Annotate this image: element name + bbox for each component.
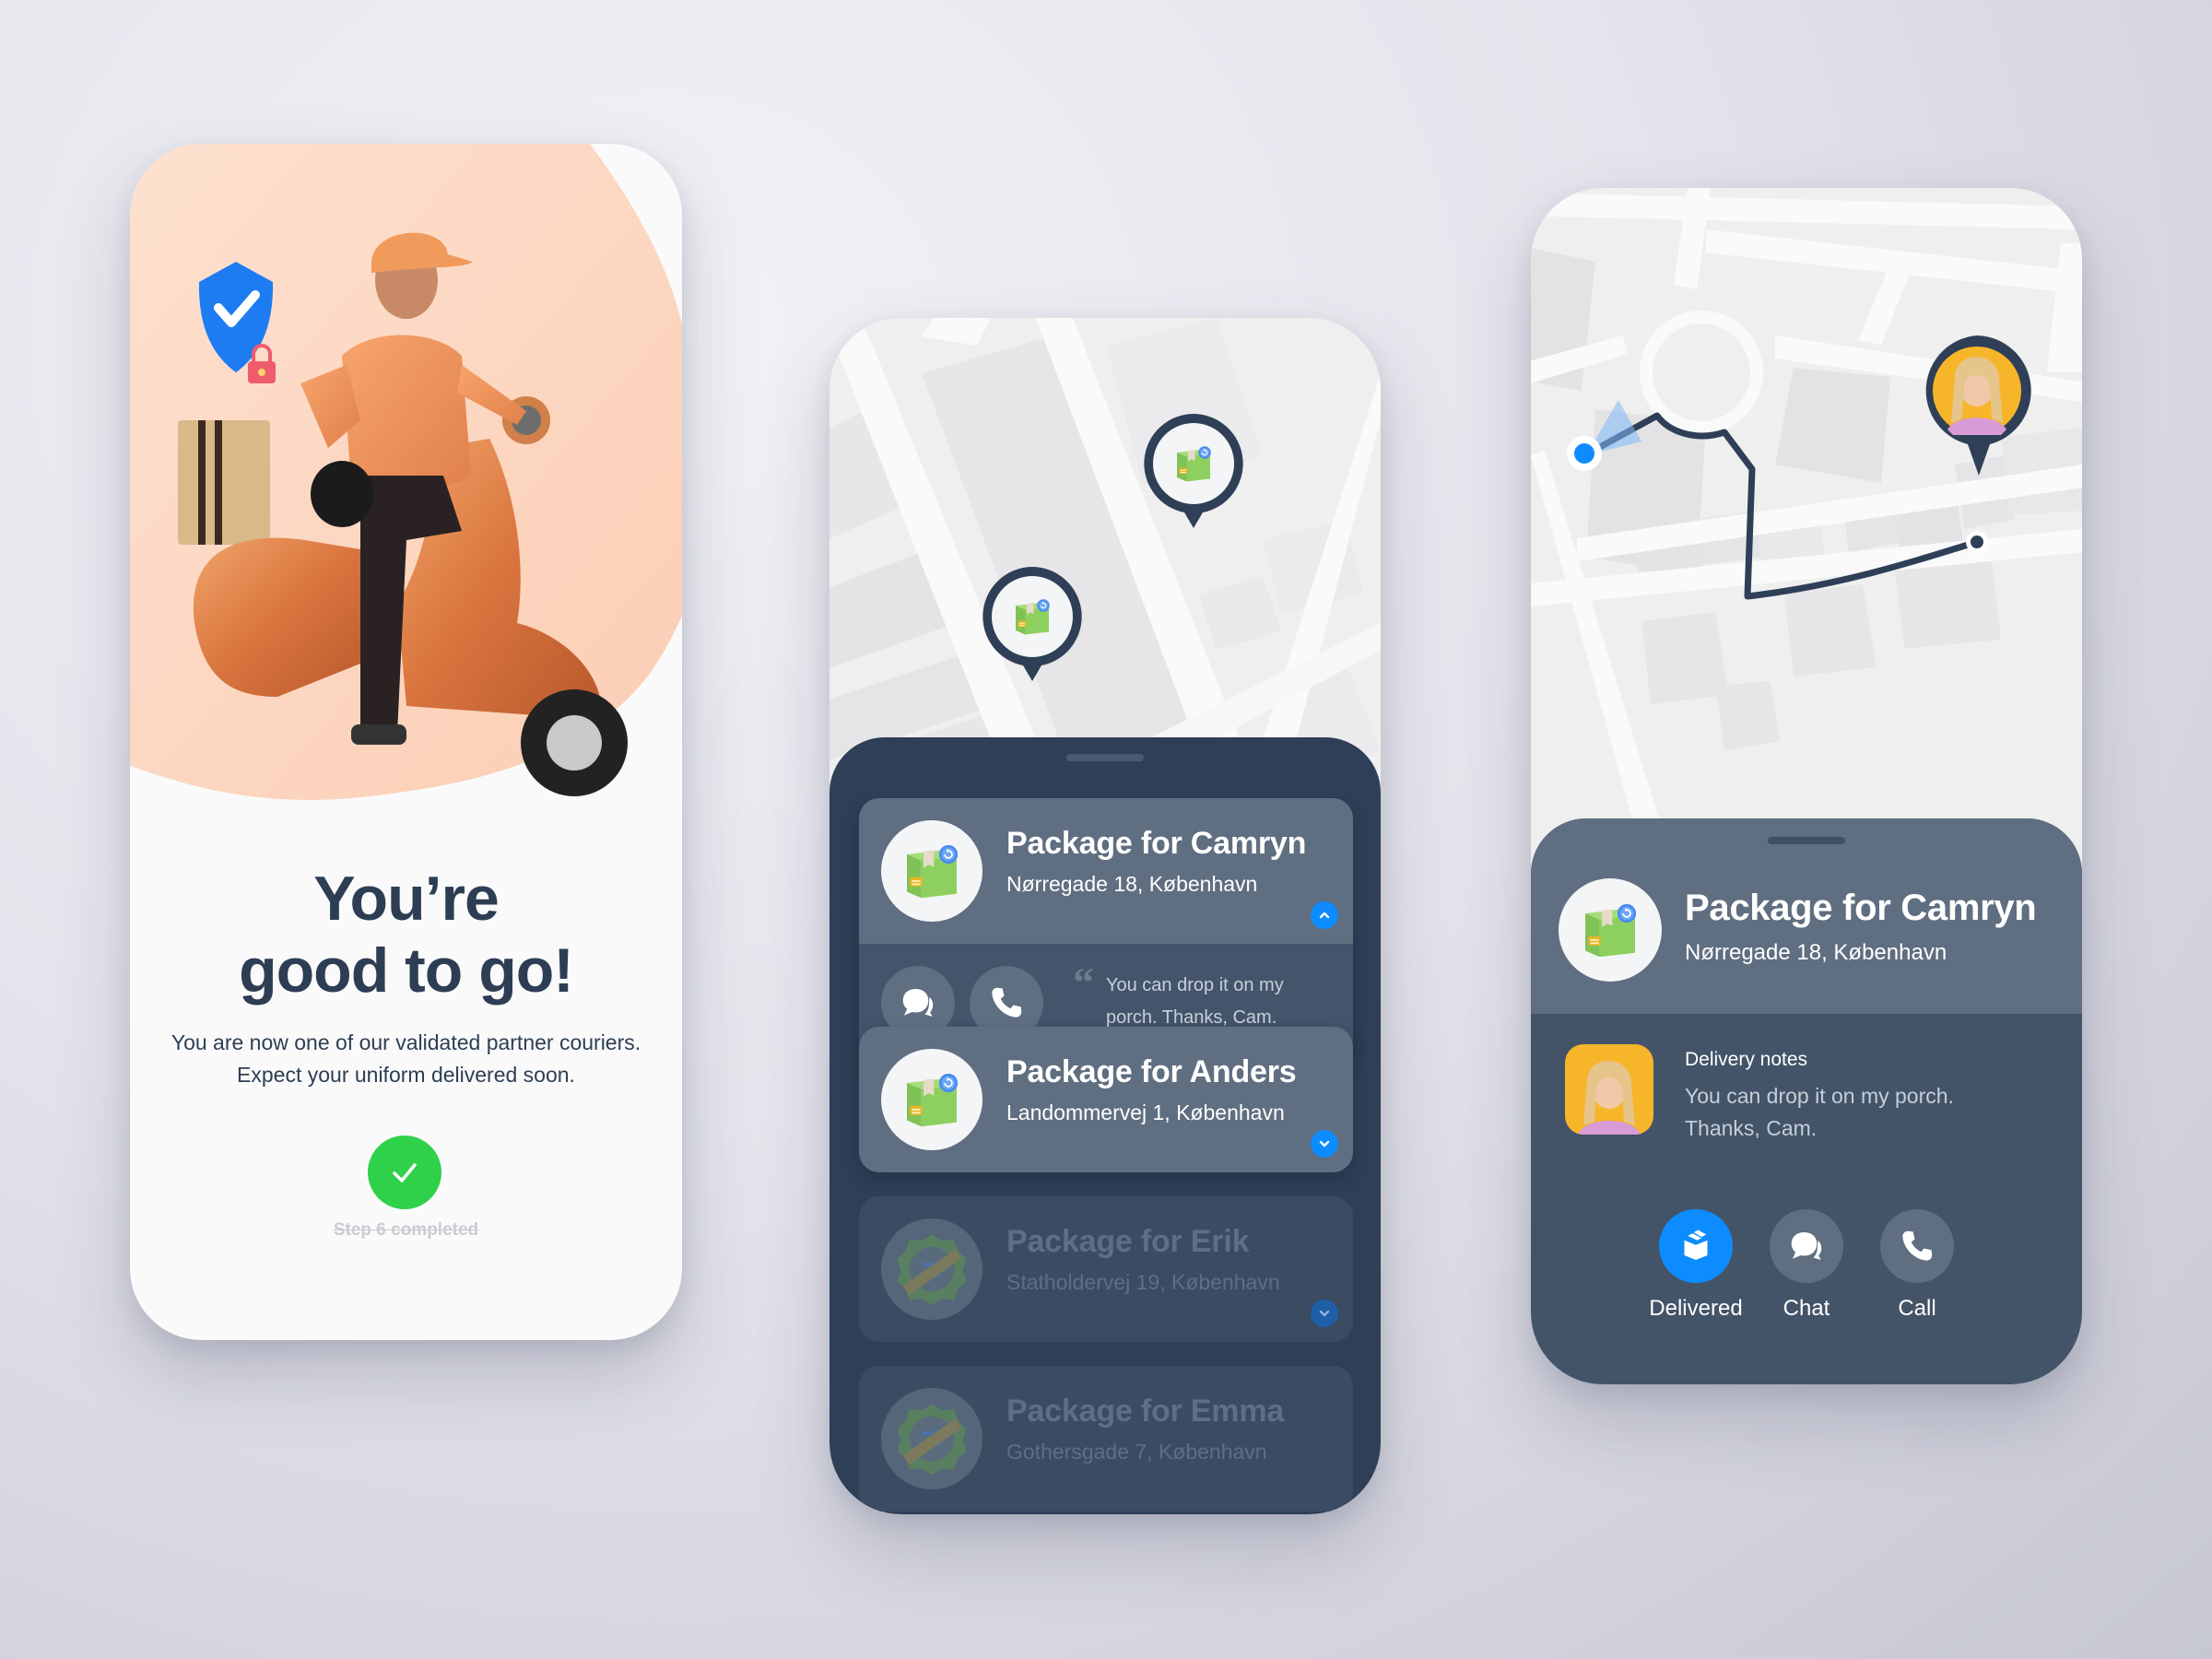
helmet xyxy=(311,461,373,527)
action-label: Call xyxy=(1898,1296,1936,1321)
title-line-2: good to go! xyxy=(239,935,574,1006)
drag-handle[interactable] xyxy=(1066,754,1144,761)
success-description: You are now one of our validated partner… xyxy=(171,1030,641,1087)
verified-shield-icon xyxy=(198,262,276,383)
phone-icon xyxy=(1899,1228,1936,1265)
quote-icon: “ xyxy=(1073,959,1094,1006)
courier-jacket xyxy=(342,335,471,491)
package-thumbnail xyxy=(881,1218,982,1320)
package-open-icon xyxy=(1684,1230,1708,1260)
chevron-down-icon xyxy=(1319,1310,1330,1317)
package-thumbnail xyxy=(881,1388,982,1489)
onboarding-screen: You’re good to go! You are now one of ou… xyxy=(130,144,682,1340)
step-progress-label: Step 6 completed xyxy=(333,1220,479,1240)
package-list-sheet: Package for Camryn Nørregade 18, Københa… xyxy=(830,737,1381,1514)
package-thumbnail xyxy=(881,1049,982,1150)
completed-check-button[interactable] xyxy=(368,1135,441,1209)
title-line-1: You’re xyxy=(313,864,500,934)
package-icon xyxy=(1577,897,1643,963)
delivery-detail-screen: Package for Camryn Nørregade 18, Københa… xyxy=(1531,188,2082,1384)
chat-icon xyxy=(1788,1228,1825,1265)
action-label: Delivered xyxy=(1649,1296,1743,1321)
chat-button[interactable] xyxy=(1770,1209,1843,1283)
delivery-detail-sheet: Package for Camryn Nørregade 18, Københa… xyxy=(1531,818,2082,1384)
drag-handle[interactable] xyxy=(1768,837,1845,844)
delivered-action[interactable]: Delivered xyxy=(1645,1209,1747,1322)
delivered-badge-icon xyxy=(892,1230,971,1309)
notes-label: Delivery notes xyxy=(1685,1049,1808,1070)
package-title: Package for Camryn xyxy=(1006,826,1307,861)
chevron-down-icon xyxy=(1319,1140,1330,1147)
recipient-avatar xyxy=(1565,1044,1653,1135)
courier-cap xyxy=(371,232,473,273)
success-title: You’re good to go! xyxy=(130,863,682,1006)
package-title: Package for Erik xyxy=(1006,1224,1250,1259)
scooter-rear xyxy=(193,537,370,697)
package-icon xyxy=(899,838,965,904)
package-title: Package for Camryn xyxy=(1685,888,2037,928)
package-address: Landommervej 1, København xyxy=(1006,1100,1285,1124)
package-title: Package for Anders xyxy=(1006,1054,1297,1089)
courier-illustration xyxy=(178,232,628,796)
expand-button[interactable] xyxy=(1311,1300,1338,1327)
checkmark-icon xyxy=(393,1163,417,1182)
route-map[interactable] xyxy=(1531,188,2082,852)
package-list-screen: Package for Camryn Nørregade 18, Københa… xyxy=(830,318,1381,1514)
action-label: Chat xyxy=(1783,1296,1830,1321)
map-view[interactable] xyxy=(830,318,1381,797)
package-card-expanded[interactable]: Package for Camryn Nørregade 18, Københa… xyxy=(859,798,1353,1061)
map-pin-package[interactable] xyxy=(1140,410,1247,537)
call-button[interactable] xyxy=(1880,1209,1954,1283)
call-action[interactable]: Call xyxy=(1866,1209,1968,1322)
package-card[interactable]: Package for Anders Landommervej 1, Køben… xyxy=(859,1027,1353,1172)
chat-action[interactable]: Chat xyxy=(1756,1209,1857,1322)
package-address: Statholdervej 19, København xyxy=(1006,1270,1280,1294)
phone-icon xyxy=(988,984,1025,1021)
package-address: Nørregade 18, København xyxy=(1006,872,1258,896)
package-thumbnail xyxy=(1559,878,1662,982)
package-thumbnail xyxy=(881,820,982,922)
delivered-badge-icon xyxy=(892,1399,971,1478)
chevron-up-icon xyxy=(1319,912,1330,919)
package-icon xyxy=(899,1066,965,1133)
expand-button[interactable] xyxy=(1311,1130,1338,1158)
delivery-note: You can drop it on my porch. Thanks, Cam… xyxy=(1106,975,1284,1028)
package-card-delivered[interactable]: Package for Emma Gothersgade 7, Københav… xyxy=(859,1366,1353,1512)
collapse-button[interactable] xyxy=(1311,901,1338,929)
chat-icon xyxy=(900,984,936,1021)
package-address: Nørregade 18, København xyxy=(1685,940,1947,965)
package-title: Package for Emma xyxy=(1006,1394,1285,1429)
package-address: Gothersgade 7, København xyxy=(1006,1440,1267,1464)
map-pin-package[interactable] xyxy=(979,563,1086,690)
package-card-delivered[interactable]: Package for Erik Statholdervej 19, Køben… xyxy=(859,1196,1353,1342)
cardboard-box xyxy=(178,420,270,545)
notes-text: You can drop it on my porch. Thanks, Cam… xyxy=(1685,1084,1954,1140)
delivered-button[interactable] xyxy=(1659,1209,1733,1283)
